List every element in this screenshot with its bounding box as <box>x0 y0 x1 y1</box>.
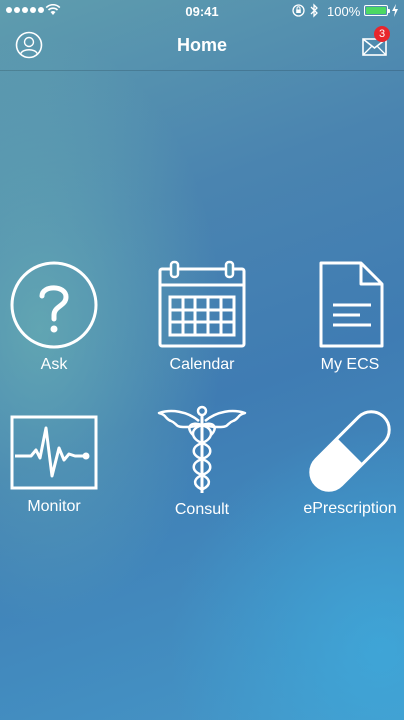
page-title: Home <box>176 35 227 55</box>
eprescription-label: ePrescription <box>303 500 397 517</box>
caduceus-icon <box>157 405 247 493</box>
monitor-tile[interactable]: Monitor <box>4 414 104 516</box>
calendar-tile[interactable]: Calendar <box>142 260 262 374</box>
ask-label: Ask <box>40 356 68 373</box>
pill-icon <box>309 410 391 492</box>
consult-label: Consult <box>174 501 230 518</box>
document-icon <box>319 261 384 348</box>
orientation-lock-icon <box>292 4 305 17</box>
my-ecs-tile[interactable]: My ECS <box>300 260 400 374</box>
calendar-icon <box>158 260 246 348</box>
message-count-badge: 3 <box>374 26 390 42</box>
battery-icon <box>364 5 390 16</box>
calendar-label: Calendar <box>169 356 235 373</box>
status-bar: 09:41 100% <box>0 0 404 22</box>
consult-tile[interactable]: Consult <box>142 405 262 519</box>
navigation-bar: Home 3 <box>0 22 404 71</box>
monitor-label: Monitor <box>27 498 81 515</box>
question-circle-icon <box>10 261 98 349</box>
ask-tile[interactable]: Ask <box>4 260 104 374</box>
heartbeat-monitor-icon <box>10 415 98 490</box>
battery-percentage: 100% <box>327 4 361 19</box>
charging-bolt-icon <box>392 4 398 17</box>
eprescription-tile[interactable]: ePrescription <box>297 408 403 518</box>
my-ecs-label: My ECS <box>320 356 380 373</box>
bluetooth-icon <box>310 3 318 18</box>
